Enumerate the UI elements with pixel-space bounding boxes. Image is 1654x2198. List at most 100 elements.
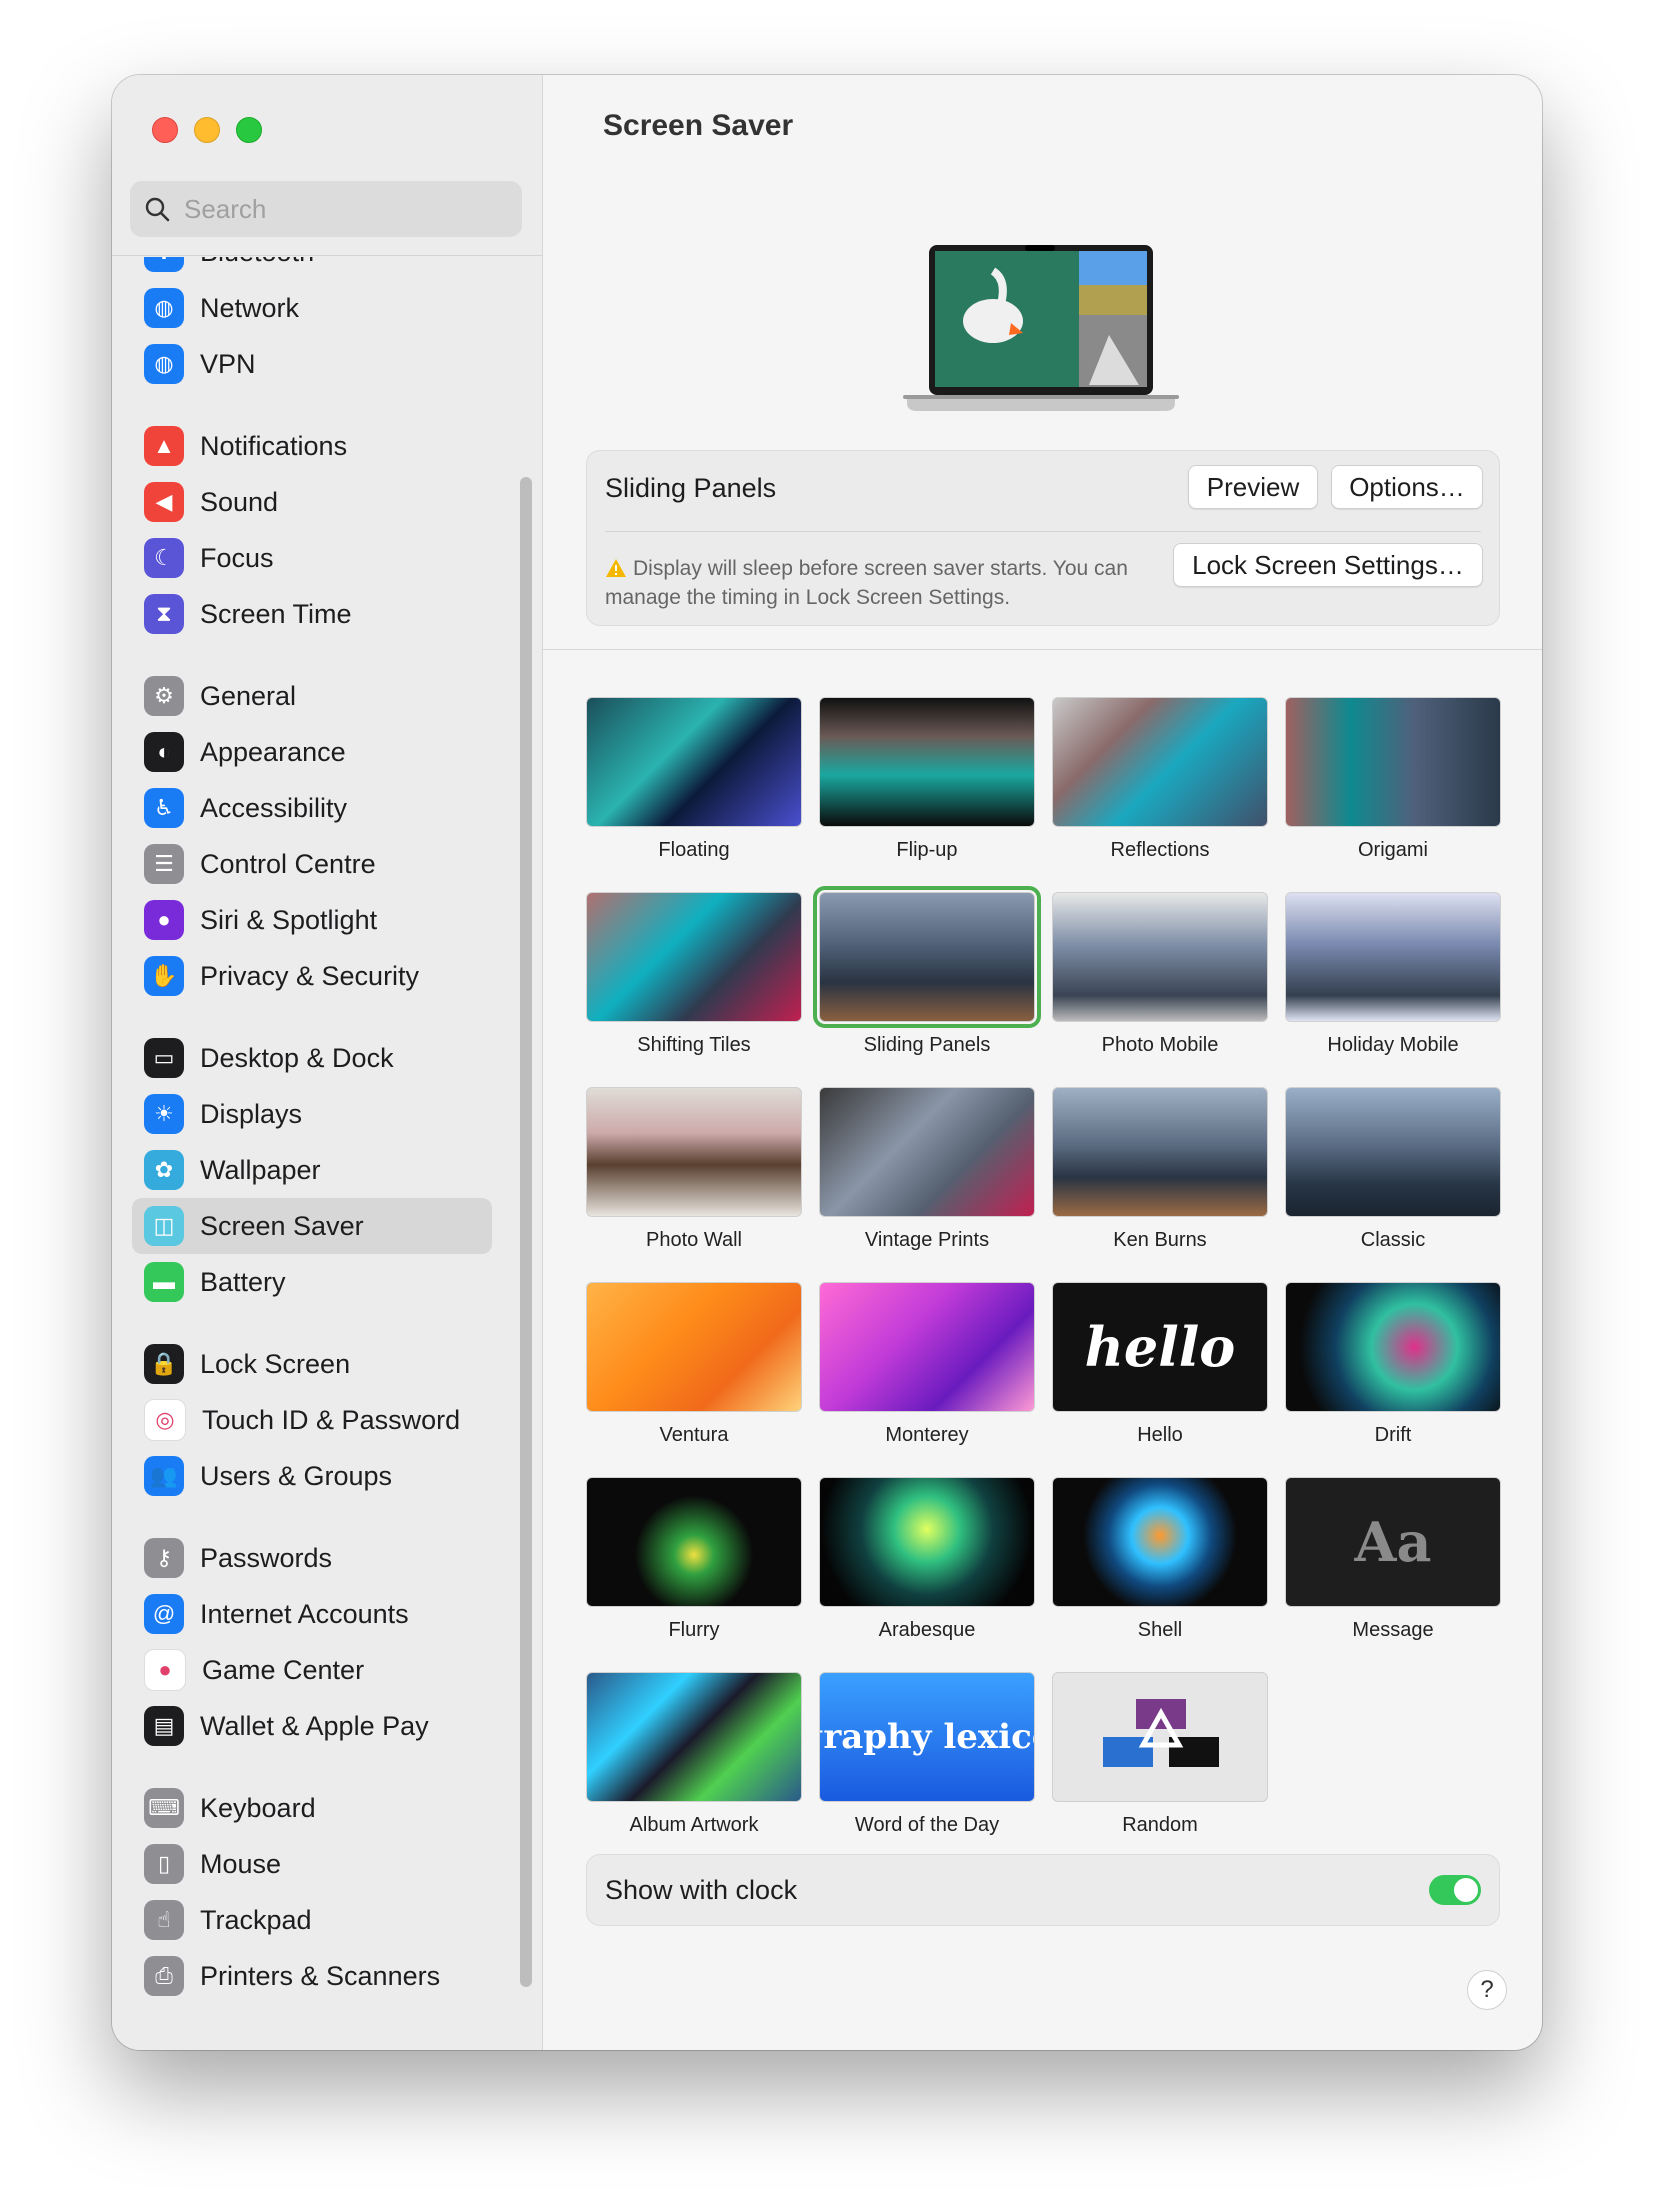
- saver-thumbnail[interactable]: [586, 1087, 802, 1217]
- sidebar-item-focus[interactable]: ☾ Focus: [112, 530, 494, 586]
- saver-thumbnail[interactable]: [1052, 697, 1268, 827]
- saver-thumbnail[interactable]: [819, 697, 1035, 827]
- moon-icon: ☾: [144, 538, 184, 578]
- sidebar-item-control-centre[interactable]: ☰ Control Centre: [112, 836, 494, 892]
- saver-tile-ken-burns[interactable]: Ken Burns: [1052, 1087, 1268, 1252]
- search-input[interactable]: [182, 192, 506, 226]
- saver-tile-drift[interactable]: Drift: [1285, 1282, 1501, 1447]
- saver-tile-shell[interactable]: Shell: [1052, 1477, 1268, 1642]
- saver-thumbnail[interactable]: [586, 1672, 802, 1802]
- minimize-window-button[interactable]: [194, 117, 220, 143]
- sidebar-item-mouse[interactable]: ▯ Mouse: [112, 1836, 494, 1892]
- close-window-button[interactable]: [152, 117, 178, 143]
- sidebar-item-label: Control Centre: [200, 848, 376, 879]
- saver-tile-message[interactable]: Aa Message: [1285, 1477, 1501, 1642]
- sidebar-item-desktop-dock[interactable]: ▭ Desktop & Dock: [112, 1030, 494, 1086]
- saver-label: Word of the Day: [854, 1814, 1000, 1836]
- saver-thumbnail[interactable]: [1285, 892, 1501, 1022]
- saver-tile-album-artwork[interactable]: Album Artwork: [586, 1672, 802, 1837]
- saver-thumbnail[interactable]: [1052, 1087, 1268, 1217]
- sidebar-item-wallpaper[interactable]: ✿ Wallpaper: [112, 1142, 494, 1198]
- lock-screen-settings-button[interactable]: Lock Screen Settings…: [1173, 543, 1483, 587]
- saver-thumbnail[interactable]: [1285, 1282, 1501, 1412]
- saver-tile-photo-mobile[interactable]: Photo Mobile: [1052, 892, 1268, 1057]
- saver-tile-random[interactable]: Random: [1052, 1672, 1268, 1837]
- show-clock-toggle[interactable]: [1429, 1875, 1481, 1905]
- sidebar-item-passwords[interactable]: ⚷ Passwords: [112, 1530, 494, 1586]
- sidebar-item-network[interactable]: ◍ Network: [112, 280, 494, 336]
- saver-tile-flip-up[interactable]: Flip-up: [819, 697, 1035, 862]
- sidebar-scrollbar[interactable]: [520, 477, 532, 1987]
- saver-tile-flurry[interactable]: Flurry: [586, 1477, 802, 1642]
- help-button[interactable]: ?: [1467, 1970, 1507, 2010]
- sidebar-item-displays[interactable]: ☀ Displays: [112, 1086, 494, 1142]
- sidebar-item-bluetooth[interactable]: ✱ Bluetooth: [112, 257, 494, 280]
- sidebar-item-wallet-apple-pay[interactable]: ▤ Wallet & Apple Pay: [112, 1698, 494, 1754]
- saver-thumbnail[interactable]: [586, 697, 802, 827]
- saver-tile-monterey[interactable]: Monterey: [819, 1282, 1035, 1447]
- saver-tile-classic[interactable]: Classic: [1285, 1087, 1501, 1252]
- sidebar-item-vpn[interactable]: ◍ VPN: [112, 336, 494, 392]
- sidebar-item-screen-time[interactable]: ⧗ Screen Time: [112, 586, 494, 642]
- sidebar-item-game-center[interactable]: ● Game Center: [112, 1642, 494, 1698]
- saver-tile-photo-wall[interactable]: Photo Wall: [586, 1087, 802, 1252]
- saver-tile-ventura[interactable]: Ventura: [586, 1282, 802, 1447]
- users-icon: 👥: [144, 1456, 184, 1496]
- toggles-icon: ☰: [144, 844, 184, 884]
- saver-label: Album Artwork: [629, 1814, 759, 1836]
- saver-tile-holiday-mobile[interactable]: Holiday Mobile: [1285, 892, 1501, 1057]
- thumbnail-text: hello: [1084, 1315, 1236, 1379]
- sidebar-item-label: Printers & Scanners: [200, 1960, 441, 1991]
- saver-thumbnail[interactable]: hello: [1052, 1282, 1268, 1412]
- sidebar-item-siri-spotlight[interactable]: ● Siri & Spotlight: [112, 892, 494, 948]
- saver-thumbnail[interactable]: [586, 1282, 802, 1412]
- search-field[interactable]: [130, 181, 522, 237]
- saver-tile-origami[interactable]: Origami: [1285, 697, 1501, 862]
- sidebar-item-internet-accounts[interactable]: @ Internet Accounts: [112, 1586, 494, 1642]
- saver-tile-sliding-panels[interactable]: Sliding Panels: [813, 886, 1041, 1057]
- sidebar-item-screen-saver[interactable]: ◫ Screen Saver: [132, 1198, 492, 1254]
- sidebar-item-privacy-security[interactable]: ✋ Privacy & Security: [112, 948, 494, 1004]
- saver-tile-floating[interactable]: Floating: [586, 697, 802, 862]
- saver-tile-arabesque[interactable]: Arabesque: [819, 1477, 1035, 1642]
- sidebar-item-notifications[interactable]: ▲ Notifications: [112, 418, 494, 474]
- sidebar-item-touch-id-password[interactable]: ◎ Touch ID & Password: [112, 1392, 494, 1448]
- sidebar-item-sound[interactable]: ◀ Sound: [112, 474, 494, 530]
- saver-thumbnail[interactable]: Aa: [1285, 1477, 1501, 1607]
- saver-thumbnail[interactable]: [819, 1477, 1035, 1607]
- saver-thumbnail[interactable]: [813, 886, 1041, 1028]
- zoom-window-button[interactable]: [236, 117, 262, 143]
- sidebar-item-users-groups[interactable]: 👥 Users & Groups: [112, 1448, 494, 1504]
- sidebar-item-printers-scanners[interactable]: ⎙ Printers & Scanners: [112, 1948, 494, 2004]
- preview-button[interactable]: Preview: [1188, 465, 1318, 509]
- options-button[interactable]: Options…: [1331, 465, 1483, 509]
- saver-tile-reflections[interactable]: Reflections: [1052, 697, 1268, 862]
- saver-thumbnail[interactable]: [819, 1282, 1035, 1412]
- sidebar-list[interactable]: ✱ Bluetooth ◍ Network ◍ VPN ▲ Notifications ◀ Sou…: [112, 257, 542, 2042]
- saver-thumbnail[interactable]: [1052, 1477, 1268, 1607]
- saver-tile-hello[interactable]: hello Hello: [1052, 1282, 1268, 1447]
- saver-tile-shifting-tiles[interactable]: Shifting Tiles: [586, 892, 802, 1057]
- saver-tile-vintage-prints[interactable]: Vintage Prints: [819, 1087, 1035, 1252]
- sidebar-item-trackpad[interactable]: ☝ Trackpad: [112, 1892, 494, 1948]
- saver-label: Monterey: [885, 1424, 969, 1446]
- sidebar-item-general[interactable]: ⚙ General: [112, 668, 494, 724]
- saver-thumbnail[interactable]: [1285, 697, 1501, 827]
- saver-thumbnail[interactable]: [586, 892, 802, 1022]
- sidebar-item-lock-screen[interactable]: 🔒 Lock Screen: [112, 1336, 494, 1392]
- saver-thumbnail[interactable]: [819, 1087, 1035, 1217]
- saver-thumbnail[interactable]: [1052, 892, 1268, 1022]
- sidebar-item-appearance[interactable]: ◐ Appearance: [112, 724, 494, 780]
- saver-thumbnail[interactable]: [1052, 1672, 1268, 1802]
- speaker-icon: ◀: [144, 482, 184, 522]
- saver-thumbnail[interactable]: [1285, 1087, 1501, 1217]
- saver-thumbnail[interactable]: graphy lexico: [819, 1672, 1035, 1802]
- sidebar-item-keyboard[interactable]: ⌨ Keyboard: [112, 1780, 494, 1836]
- sidebar-item-accessibility[interactable]: ♿ Accessibility: [112, 780, 494, 836]
- sidebar-item-battery[interactable]: ▬ Battery: [112, 1254, 494, 1310]
- trackpad-icon: ☝: [144, 1900, 184, 1940]
- hourglass-icon: ⧗: [144, 594, 184, 634]
- saver-tile-word-of-the-day[interactable]: graphy lexico Word of the Day: [819, 1672, 1035, 1837]
- saver-label: Hello: [1137, 1424, 1183, 1446]
- saver-thumbnail[interactable]: [586, 1477, 802, 1607]
